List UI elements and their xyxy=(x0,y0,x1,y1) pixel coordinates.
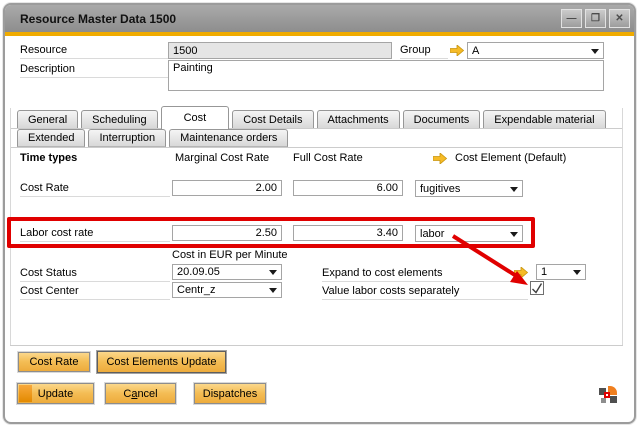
link-arrow-icon[interactable] xyxy=(514,267,529,278)
full-cost-rate-header: Full Cost Rate xyxy=(293,152,363,166)
tab-attachments[interactable]: Attachments xyxy=(317,110,400,129)
chevron-down-icon xyxy=(510,232,518,237)
check-icon xyxy=(531,282,543,294)
chevron-down-icon xyxy=(269,288,277,293)
expand-to-cost-elements-label: Expand to cost elements xyxy=(322,267,513,282)
cost-center-select[interactable]: Centr_z xyxy=(172,282,282,298)
unit-note: Cost in EUR per Minute xyxy=(172,249,288,263)
group-label: Group xyxy=(400,44,448,59)
update-button[interactable]: Update xyxy=(17,383,94,404)
cost-element-header: Cost Element (Default) xyxy=(455,152,566,166)
tab-interruption[interactable]: Interruption xyxy=(88,129,166,147)
expand-form-icon[interactable] xyxy=(599,386,618,405)
dispatches-button[interactable]: Dispatches xyxy=(194,383,266,404)
chevron-down-icon xyxy=(510,187,518,192)
link-arrow-icon[interactable] xyxy=(450,45,465,56)
cost-rate-row-label: Cost Rate xyxy=(20,182,170,197)
chevron-down-icon xyxy=(591,49,599,54)
tab-row-1: General Scheduling Cost Cost Details Att… xyxy=(17,106,606,129)
tab-row-2: Extended Interruption Maintenance orders xyxy=(17,129,288,147)
cost-rate-button[interactable]: Cost Rate xyxy=(18,352,90,372)
close-icon[interactable]: ✕ xyxy=(609,9,630,28)
cost-center-label: Cost Center xyxy=(20,285,170,300)
gold-accent-bar xyxy=(5,32,634,36)
resource-field[interactable]: 1500 xyxy=(168,42,392,59)
description-field[interactable]: Painting xyxy=(168,60,604,91)
group-select[interactable]: A xyxy=(467,42,604,59)
maximize-icon[interactable]: ❐ xyxy=(585,9,606,28)
cost-rate-marginal-input[interactable]: 2.00 xyxy=(172,180,282,196)
labor-cost-rate-cost-element-select[interactable]: labor xyxy=(415,225,523,242)
labor-cost-rate-marginal-input[interactable]: 2.50 xyxy=(172,225,282,241)
tab-cost-details[interactable]: Cost Details xyxy=(232,110,313,129)
minimize-icon[interactable]: — xyxy=(561,9,582,28)
tab-cost[interactable]: Cost xyxy=(161,106,230,129)
link-arrow-icon[interactable] xyxy=(433,153,448,164)
tab-separator-line-2 xyxy=(10,147,622,148)
expand-to-cost-elements-select[interactable]: 1 xyxy=(536,264,586,280)
tab-maintenance-orders[interactable]: Maintenance orders xyxy=(169,129,288,147)
resource-master-data-window: Resource Master Data 1500 — ❐ ✕ Resource… xyxy=(3,3,636,424)
tab-documents[interactable]: Documents xyxy=(403,110,481,129)
group-value: A xyxy=(472,45,479,57)
chevron-down-icon xyxy=(269,270,277,275)
value-labor-costs-checkbox[interactable] xyxy=(530,281,544,295)
panel-right-edge xyxy=(622,108,623,345)
window-controls: — ❐ ✕ xyxy=(561,9,630,28)
value-labor-costs-label: Value labor costs separately xyxy=(322,285,528,300)
cancel-button[interactable]: Cancel xyxy=(105,383,176,404)
labor-cost-rate-row-label: Labor cost rate xyxy=(20,227,170,242)
window-title: Resource Master Data 1500 xyxy=(20,12,176,26)
cost-status-label: Cost Status xyxy=(20,267,170,282)
cost-rate-full-input[interactable]: 6.00 xyxy=(293,180,403,196)
title-bar: Resource Master Data 1500 xyxy=(5,5,634,32)
time-types-header: Time types xyxy=(20,152,77,166)
tab-extended[interactable]: Extended xyxy=(17,129,85,147)
labor-cost-rate-full-input[interactable]: 3.40 xyxy=(293,225,403,241)
marginal-cost-rate-header: Marginal Cost Rate xyxy=(175,152,269,166)
chevron-down-icon xyxy=(573,270,581,275)
tab-scheduling[interactable]: Scheduling xyxy=(81,110,157,129)
tab-general[interactable]: General xyxy=(17,110,78,129)
panel-left-edge xyxy=(10,108,11,345)
resource-label: Resource xyxy=(20,44,168,59)
tab-expendable-material[interactable]: Expendable material xyxy=(483,110,605,129)
cost-rate-cost-element-select[interactable]: fugitives xyxy=(415,180,523,197)
cost-status-select[interactable]: 20.09.05 xyxy=(172,264,282,280)
panel-bottom-edge xyxy=(10,345,623,346)
cost-elements-update-button[interactable]: Cost Elements Update xyxy=(97,351,226,373)
description-label: Description xyxy=(20,63,168,78)
